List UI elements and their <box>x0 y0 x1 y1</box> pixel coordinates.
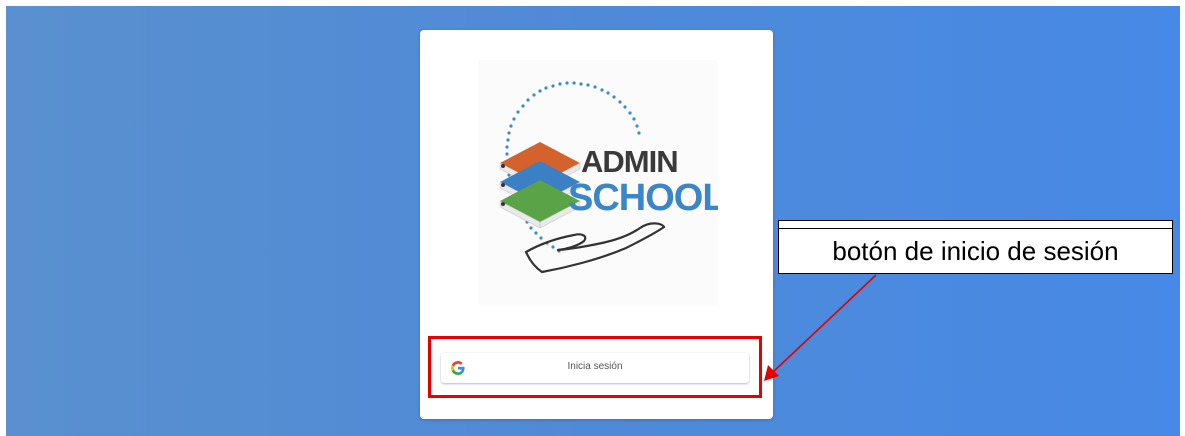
logo-word-admin: ADMIN <box>581 144 678 179</box>
admin-school-logo: ADMIN SCHOOL <box>478 60 718 305</box>
sign-in-label: Inicia sesión <box>567 361 623 372</box>
logo-word-school: SCHOOL <box>568 177 718 219</box>
hand-icon <box>524 222 666 274</box>
callout-divider <box>779 228 1172 229</box>
google-sign-in-button[interactable]: Inicia sesión <box>441 353 749 383</box>
annotation-text: botón de inicio de sesión <box>832 236 1119 266</box>
annotation-callout: botón de inicio de sesión <box>778 220 1173 274</box>
